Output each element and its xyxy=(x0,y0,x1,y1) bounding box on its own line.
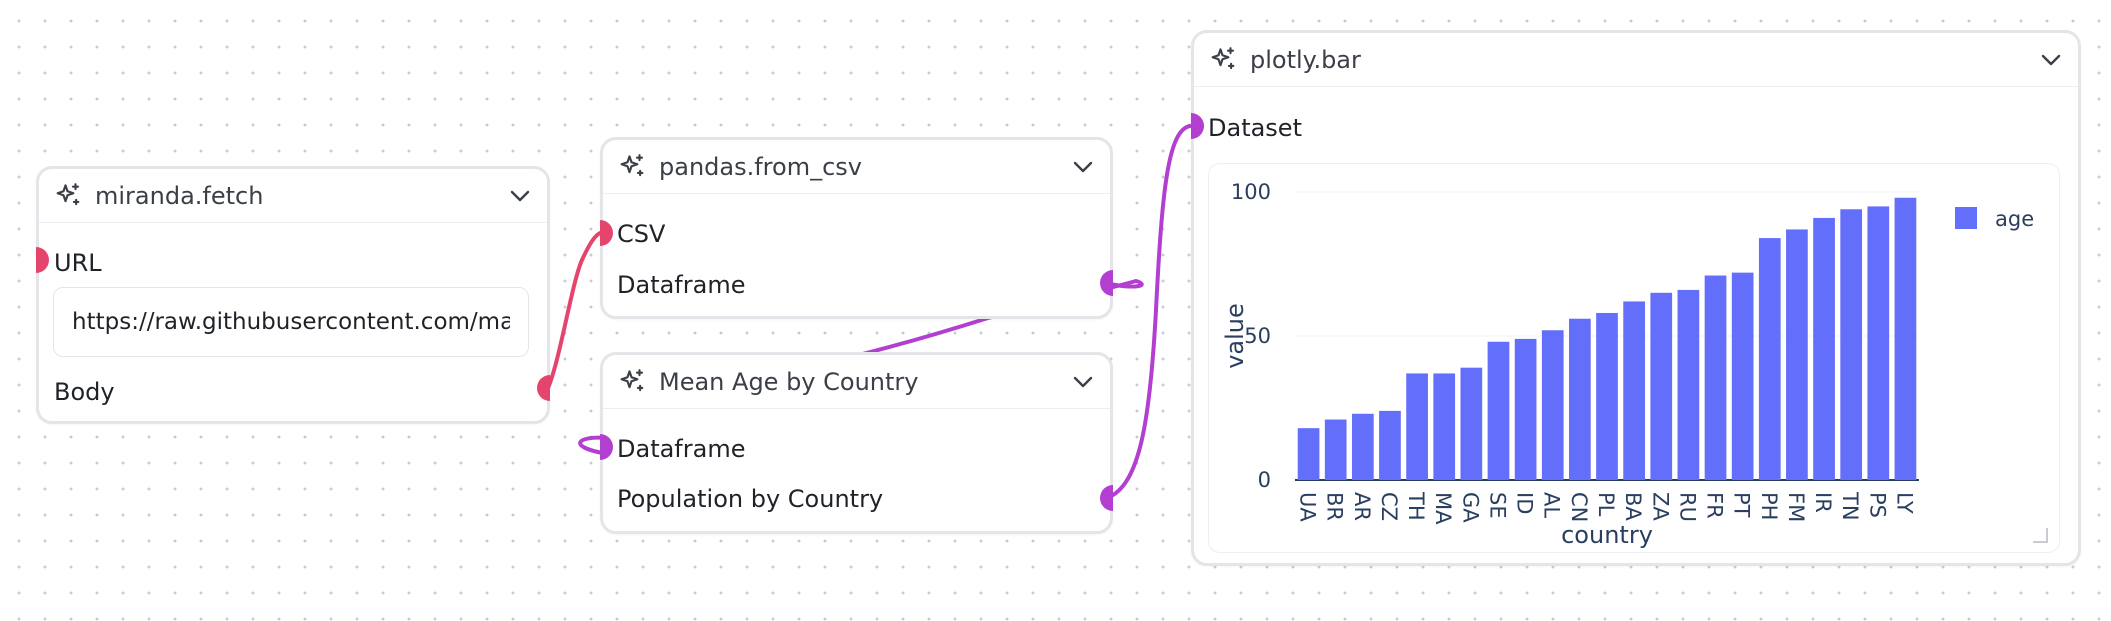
x-tick-label: FR xyxy=(1703,492,1727,519)
node-miranda-fetch[interactable]: miranda.fetch URL Body xyxy=(36,166,550,424)
x-tick-label: UA xyxy=(1296,492,1320,522)
x-tick-label: MA xyxy=(1431,492,1455,525)
sparkles-icon xyxy=(620,153,644,176)
bar xyxy=(1894,197,1917,480)
resize-handle-icon[interactable] xyxy=(2033,528,2048,543)
x-tick-label: PS xyxy=(1865,492,1889,518)
bar xyxy=(1433,373,1456,480)
y-axis-title: value xyxy=(1221,303,1249,369)
bar xyxy=(1596,312,1618,480)
port-label-dataframe: Dataframe xyxy=(617,271,746,299)
port-label-url: URL xyxy=(54,249,102,277)
x-tick-label: PH xyxy=(1757,492,1781,520)
chart-panel: 0 50 100 UA BR AR CZ TH MA GA SE ID AL CN PL BA ZA RU FR PT… xyxy=(1208,163,2060,553)
node-mean-age-by-country[interactable]: Mean Age by Country Dataframe Population… xyxy=(600,352,1113,534)
chevron-down-icon[interactable] xyxy=(1072,375,1094,389)
node-title: miranda.fetch xyxy=(95,181,264,210)
bar xyxy=(1867,206,1890,480)
node-plotly-bar[interactable]: plotly.bar Dataset 0 50 100 UA BR AR CZ TH MA GA S… xyxy=(1191,30,2081,566)
bar xyxy=(1650,292,1673,480)
x-tick-label: BR xyxy=(1323,492,1347,521)
bar xyxy=(1623,301,1645,480)
bar xyxy=(1569,318,1591,480)
chevron-down-icon[interactable] xyxy=(509,189,531,203)
bar xyxy=(1487,341,1510,480)
x-axis-title: country xyxy=(1561,521,1653,549)
x-tick-label: CZ xyxy=(1377,492,1401,521)
bar xyxy=(1704,275,1727,480)
x-tick-label: CN xyxy=(1567,492,1591,522)
x-tick-label: ID xyxy=(1513,492,1537,514)
bar xyxy=(1406,373,1428,480)
x-tick-label: IR xyxy=(1811,492,1835,513)
bar xyxy=(1758,238,1781,480)
x-tick-label: AL xyxy=(1540,492,1564,518)
bar xyxy=(1677,289,1700,480)
bar xyxy=(1514,338,1537,480)
legend-swatch xyxy=(1955,207,1977,229)
sparkles-icon xyxy=(56,182,80,205)
x-tick-label: AR xyxy=(1350,492,1374,521)
port-label-csv: CSV xyxy=(617,220,666,248)
x-tick-label: BA xyxy=(1621,492,1645,521)
y-tick-label: 100 xyxy=(1231,180,1271,204)
y-tick-label: 0 xyxy=(1258,468,1271,492)
bar xyxy=(1813,217,1835,481)
node-header[interactable]: plotly.bar xyxy=(1194,33,2078,87)
bar-chart: 050100UA BR AR CZ TH MA GA SE ID AL CN PL BA ZA RU FR PT… xyxy=(1221,180,2048,549)
bar xyxy=(1541,330,1564,480)
chevron-down-icon[interactable] xyxy=(1072,160,1094,174)
node-header[interactable]: pandas.from_csv xyxy=(603,140,1110,194)
node-pandas-from-csv[interactable]: pandas.from_csv CSV Dataframe xyxy=(600,137,1113,319)
x-tick-label: SE xyxy=(1485,492,1509,519)
bar xyxy=(1379,410,1401,480)
x-tick-label: PL xyxy=(1594,492,1618,517)
x-tick-label: ZA xyxy=(1648,492,1672,521)
x-tick-label: RU xyxy=(1675,492,1699,522)
x-tick-label: TH xyxy=(1404,491,1428,521)
node-title: plotly.bar xyxy=(1250,45,1361,74)
port-label-dataframe: Dataframe xyxy=(617,435,746,463)
x-tick-label: LY xyxy=(1892,492,1916,514)
x-tick-label: FM xyxy=(1784,492,1808,522)
bar xyxy=(1324,419,1347,480)
bar xyxy=(1840,209,1863,480)
x-tick-label: GA xyxy=(1458,492,1482,523)
bar xyxy=(1786,229,1808,480)
node-title: Mean Age by Country xyxy=(659,367,919,396)
port-label-population-by-country: Population by Country xyxy=(617,485,884,513)
port-label-dataset: Dataset xyxy=(1208,114,1302,142)
bar xyxy=(1460,367,1483,480)
node-title: pandas.from_csv xyxy=(659,152,862,181)
x-tick-label: TN xyxy=(1838,491,1862,521)
url-input[interactable] xyxy=(53,287,529,357)
bar xyxy=(1351,413,1374,480)
node-header[interactable]: miranda.fetch xyxy=(39,169,547,223)
bar xyxy=(1731,272,1754,480)
chevron-down-icon[interactable] xyxy=(2040,53,2062,67)
x-tick-label: PT xyxy=(1730,492,1754,518)
wire-population-to-dataset xyxy=(1105,124,1192,500)
legend-label: age xyxy=(1995,207,2034,231)
bar xyxy=(1297,428,1320,480)
port-label-body: Body xyxy=(54,378,115,406)
node-header[interactable]: Mean Age by Country xyxy=(603,355,1110,409)
sparkles-icon xyxy=(620,368,644,391)
sparkles-icon xyxy=(1211,46,1235,69)
wire-body-to-csv xyxy=(546,230,606,390)
